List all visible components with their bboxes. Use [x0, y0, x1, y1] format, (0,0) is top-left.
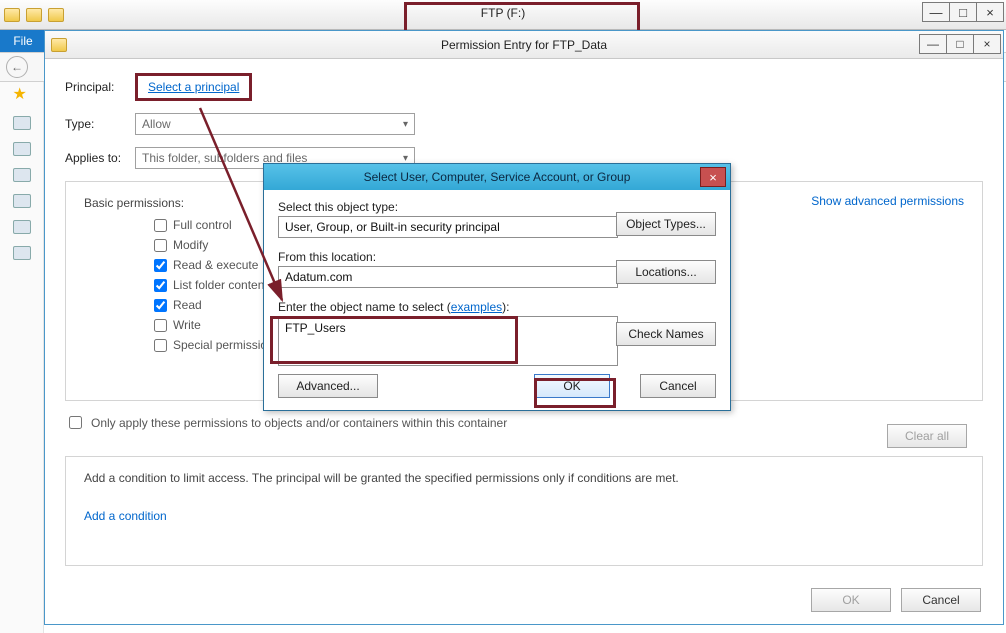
explorer-title: FTP (F:) [477, 6, 529, 20]
folder-icon [4, 8, 20, 22]
only-apply-checkbox[interactable] [69, 416, 82, 429]
advanced-button[interactable]: Advanced... [278, 374, 378, 398]
maximize-button[interactable]: □ [949, 2, 977, 22]
only-apply-label: Only apply these permissions to objects … [91, 416, 507, 430]
only-apply-row[interactable]: Only apply these permissions to objects … [65, 413, 983, 432]
principal-label: Principal: [65, 80, 135, 94]
sidebar-item[interactable] [13, 142, 31, 156]
ok-button[interactable]: OK [811, 588, 891, 612]
explorer-sidebar: ★ [0, 82, 44, 633]
cancel-button[interactable]: Cancel [640, 374, 716, 398]
object-type-field: User, Group, or Built-in security princi… [278, 216, 618, 238]
clear-all-button[interactable]: Clear all [887, 424, 967, 448]
file-tab[interactable]: File [0, 30, 46, 52]
add-condition-link[interactable]: Add a condition [84, 509, 167, 523]
locations-button[interactable]: Locations... [616, 260, 716, 284]
sidebar-item[interactable] [13, 116, 31, 130]
select-dialog-title: Select User, Computer, Service Account, … [364, 170, 631, 184]
show-advanced-link[interactable]: Show advanced permissions [811, 194, 964, 208]
location-field: Adatum.com [278, 266, 618, 288]
check-label: Full control [173, 218, 232, 232]
type-combo[interactable]: Allow [135, 113, 415, 135]
close-button[interactable]: × [700, 167, 726, 187]
select-principal-link[interactable]: Select a principal [148, 80, 239, 94]
explorer-titlebar: FTP (F:) — □ × [0, 0, 1006, 30]
sidebar-item[interactable] [13, 220, 31, 234]
conditions-panel: Add a condition to limit access. The pri… [65, 456, 983, 566]
minimize-button[interactable]: — [922, 2, 950, 22]
check-label: Read & execute [173, 258, 258, 272]
object-name-input[interactable]: FTP_Users [278, 316, 618, 366]
check-label: Modify [173, 238, 208, 252]
label-text: ): [502, 300, 509, 314]
check-label: List folder contents [173, 278, 274, 292]
applies-to-label: Applies to: [65, 151, 135, 165]
object-types-button[interactable]: Object Types... [616, 212, 716, 236]
sidebar-item[interactable] [13, 194, 31, 208]
annotation-highlight: Select a principal [135, 73, 252, 101]
check-names-button[interactable]: Check Names [616, 322, 716, 346]
minimize-button[interactable]: — [919, 34, 947, 54]
check-label: Read [173, 298, 202, 312]
back-button[interactable]: ← [6, 56, 28, 78]
maximize-button[interactable]: □ [946, 34, 974, 54]
folder-icon [51, 38, 67, 52]
select-dialog-titlebar: Select User, Computer, Service Account, … [264, 164, 730, 190]
permission-titlebar: Permission Entry for FTP_Data — □ × [45, 31, 1003, 59]
conditions-description: Add a condition to limit access. The pri… [84, 471, 964, 485]
cancel-button[interactable]: Cancel [901, 588, 981, 612]
folder-icon [48, 8, 64, 22]
favorites-icon[interactable]: ★ [13, 86, 31, 104]
folder-icon [26, 8, 42, 22]
close-button[interactable]: × [976, 2, 1004, 22]
check-label: Write [173, 318, 201, 332]
sidebar-item[interactable] [13, 246, 31, 260]
type-label: Type: [65, 117, 135, 131]
select-user-dialog: Select User, Computer, Service Account, … [263, 163, 731, 411]
close-button[interactable]: × [973, 34, 1001, 54]
label-text: Enter the object name to select ( [278, 300, 451, 314]
object-name-label: Enter the object name to select (example… [278, 300, 716, 314]
permission-window-title: Permission Entry for FTP_Data [441, 38, 607, 52]
sidebar-item[interactable] [13, 168, 31, 182]
ok-button[interactable]: OK [534, 374, 610, 398]
examples-link[interactable]: examples [451, 300, 502, 314]
